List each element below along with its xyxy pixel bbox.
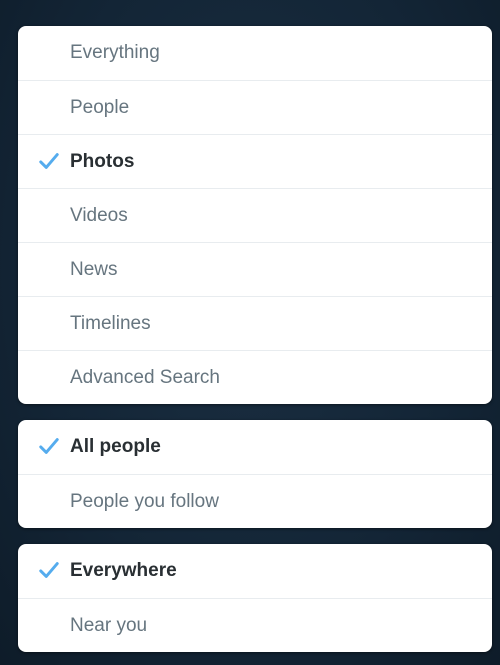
checkmark-icon [39, 562, 59, 578]
menu-item-everything[interactable]: Everything [18, 26, 492, 80]
menu-item-advanced-search[interactable]: Advanced Search [18, 350, 492, 404]
menu-item-label: Everywhere [70, 560, 177, 581]
menu-item-all-people[interactable]: All people [18, 420, 492, 474]
menu-item-label: Photos [70, 151, 135, 172]
menu-item-label: Near you [70, 615, 148, 636]
menu-item-label: Videos [70, 205, 128, 226]
menu-item-people-you-follow[interactable]: People you follow [18, 474, 492, 528]
search-filter-menu: Everything People Photos Videos News Tim… [18, 26, 492, 652]
menu-item-videos[interactable]: Videos [18, 188, 492, 242]
menu-item-label: Everything [70, 42, 160, 63]
menu-item-label: People you follow [70, 491, 219, 512]
menu-item-label: Timelines [70, 313, 151, 334]
menu-item-people[interactable]: People [18, 80, 492, 134]
checkmark-icon [39, 438, 59, 454]
menu-item-label: News [70, 259, 118, 280]
menu-item-label: People [70, 97, 130, 118]
checkmark-icon [39, 152, 59, 169]
menu-item-label: All people [70, 436, 161, 457]
location-filter-menu: Everywhere Near you [18, 544, 492, 652]
people-filter-menu: All people People you follow [18, 420, 492, 528]
menu-item-label: Advanced Search [70, 367, 220, 388]
menu-item-photos[interactable]: Photos [18, 134, 492, 188]
result-type-menu: Everything People Photos Videos News Tim… [18, 26, 492, 404]
menu-item-everywhere[interactable]: Everywhere [18, 544, 492, 598]
menu-item-near-you[interactable]: Near you [18, 598, 492, 652]
menu-item-timelines[interactable]: Timelines [18, 296, 492, 350]
menu-item-news[interactable]: News [18, 242, 492, 296]
